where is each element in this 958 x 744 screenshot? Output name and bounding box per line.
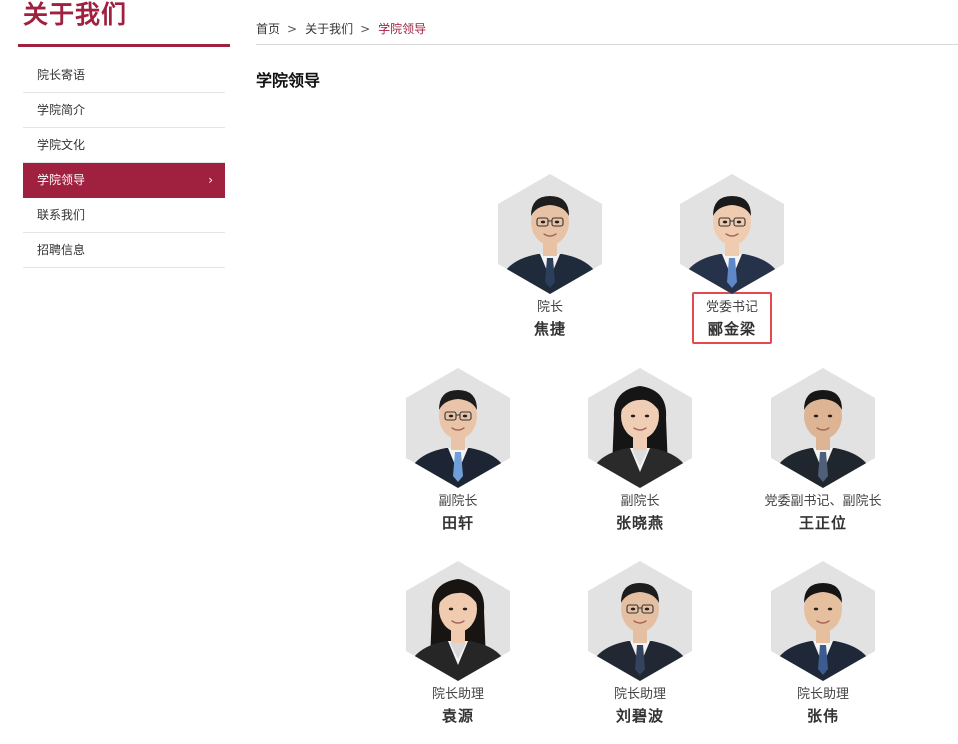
leader-caption: 院长助理 刘碧波 <box>602 681 678 727</box>
leader-role: 党委书记 <box>705 300 758 315</box>
eye <box>736 220 742 224</box>
leader-caption: 副院长 田轩 <box>426 488 489 534</box>
sidebar-divider <box>18 44 230 47</box>
sidebar-item-contact[interactable]: 联系我们 <box>23 198 225 233</box>
sidebar-item-label: 招聘信息 <box>37 243 86 257</box>
leader-name: 刘碧波 <box>615 707 664 725</box>
portrait-image <box>410 390 506 488</box>
leader-role: 院长助理 <box>431 687 484 702</box>
eye <box>448 607 454 611</box>
leader-photo[interactable] <box>771 368 875 488</box>
eye <box>630 607 636 611</box>
breadcrumb-home-link[interactable]: 首页 <box>256 22 280 36</box>
leader-name: 郦金梁 <box>707 320 756 338</box>
leader-caption: 副院长 张晓燕 <box>604 488 676 534</box>
eye <box>722 220 728 224</box>
leader-name: 王正位 <box>798 514 847 532</box>
leader-caption: 党委副书记、副院长 王正位 <box>752 488 893 534</box>
leader-card[interactable]: 院长 焦捷 <box>475 174 625 340</box>
leader-role: 院长助理 <box>796 687 849 702</box>
page: 关于我们 院长寄语 学院简介 学院文化 学院领导 › 联系我们 招聘信息 首页 >… <box>0 0 958 744</box>
sidebar-item-label: 联系我们 <box>37 208 86 222</box>
eye <box>827 414 833 418</box>
leader-caption: 院长助理 袁源 <box>420 681 496 727</box>
portrait-image <box>684 196 780 294</box>
eye <box>630 414 636 418</box>
eye <box>448 414 454 418</box>
portrait-image <box>775 390 871 488</box>
leader-caption: 院长 焦捷 <box>522 294 578 340</box>
leader-card[interactable]: 党委书记 郦金梁 <box>657 174 807 344</box>
leader-role: 副院长 <box>438 494 478 509</box>
leader-card[interactable]: 院长助理 刘碧波 <box>565 561 715 727</box>
leader-name: 袁源 <box>441 707 474 725</box>
sidebar-item-culture[interactable]: 学院文化 <box>23 128 225 163</box>
sidebar-item-leadership[interactable]: 学院领导 › <box>23 163 225 198</box>
leader-card[interactable]: 党委副书记、副院长 王正位 <box>748 368 898 534</box>
leader-photo[interactable] <box>588 561 692 681</box>
portrait-image <box>410 579 506 681</box>
leader-role: 党委副书记、副院长 <box>764 494 882 509</box>
leader-role: 院长 <box>536 300 563 315</box>
sidebar-item-label: 学院文化 <box>37 138 86 152</box>
breadcrumb-about-link[interactable]: 关于我们 <box>305 22 353 36</box>
sidebar-item-recruitment[interactable]: 招聘信息 <box>23 233 225 268</box>
leader-card[interactable]: 院长助理 张伟 <box>748 561 898 727</box>
eye <box>827 607 833 611</box>
portrait-image <box>592 386 688 488</box>
leader-name: 张晓燕 <box>615 514 664 532</box>
leader-photo[interactable] <box>680 174 784 294</box>
eye <box>813 607 819 611</box>
leader-name: 焦捷 <box>533 320 566 338</box>
leader-photo[interactable] <box>588 368 692 488</box>
leader-caption: 党委书记 郦金梁 <box>691 292 772 344</box>
leader-card[interactable]: 副院长 田轩 <box>383 368 533 534</box>
leader-name: 张伟 <box>806 707 839 725</box>
leader-role: 副院长 <box>620 494 660 509</box>
chevron-right-icon: > <box>360 22 371 36</box>
leader-card[interactable]: 副院长 张晓燕 <box>565 368 715 534</box>
eye <box>462 414 468 418</box>
sidebar-item-label: 学院简介 <box>37 103 86 117</box>
chevron-right-icon: > <box>287 22 298 36</box>
eye <box>462 607 468 611</box>
eye <box>554 220 560 224</box>
sidebar-item-president-message[interactable]: 院长寄语 <box>23 58 225 93</box>
leader-photo[interactable] <box>771 561 875 681</box>
breadcrumb-divider <box>256 44 958 45</box>
sidebar-menu: 院长寄语 学院简介 学院文化 学院领导 › 联系我们 招聘信息 <box>23 58 225 268</box>
sidebar-title: 关于我们 <box>23 0 128 29</box>
leader-role: 院长助理 <box>613 687 666 702</box>
portrait-image <box>502 196 598 294</box>
portrait-image <box>775 583 871 681</box>
sidebar-item-introduction[interactable]: 学院简介 <box>23 93 225 128</box>
sidebar-item-label: 院长寄语 <box>37 68 86 82</box>
portrait-image <box>592 583 688 681</box>
page-title: 学院领导 <box>256 71 321 90</box>
leader-card[interactable]: 院长助理 袁源 <box>383 561 533 727</box>
eye <box>644 414 650 418</box>
leader-photo[interactable] <box>406 561 510 681</box>
leader-photo[interactable] <box>498 174 602 294</box>
chevron-right-icon: › <box>208 173 213 187</box>
leader-photo[interactable] <box>406 368 510 488</box>
breadcrumb: 首页 > 关于我们 > 学院领导 <box>256 20 426 38</box>
sidebar-item-label: 学院领导 <box>37 173 86 187</box>
leader-name: 田轩 <box>441 514 474 532</box>
eye <box>813 414 819 418</box>
eye <box>540 220 546 224</box>
breadcrumb-current: 学院领导 <box>378 22 427 36</box>
eye <box>644 607 650 611</box>
leader-caption: 院长助理 张伟 <box>785 681 861 727</box>
